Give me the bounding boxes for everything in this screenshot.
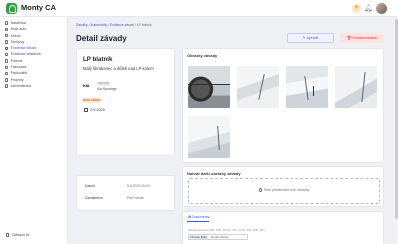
defect-photo[interactable] <box>335 66 377 108</box>
tab-documents-label: Dokumenty <box>192 215 210 219</box>
car-brand-logo: KIA <box>83 83 90 88</box>
breadcrumb: Záložky / Automobily / Evidence závad / … <box>76 23 152 27</box>
status-badge: NAHLÁŠENO <box>83 98 101 103</box>
defect-photo[interactable] <box>188 116 230 158</box>
fuel-icon <box>5 59 9 63</box>
choose-files-button[interactable]: Choose Files <box>189 235 208 239</box>
calendar-icon <box>5 52 9 57</box>
file-name-text: No file chosen <box>211 235 229 239</box>
defect-description: Malý škrábanec a důlek nad LP kolem <box>83 66 154 71</box>
defect-photo[interactable] <box>237 66 279 108</box>
license-plate: 8P6 9988 <box>97 82 110 86</box>
delete-button-label: Smazat závadu <box>352 36 378 40</box>
defect-images-card: Obrázky závady <box>182 48 384 163</box>
top-bar: Monty CA ☀ 🔔︎ <box>0 0 398 17</box>
images-section-title: Obrázky závady <box>187 53 218 58</box>
scrollbar-thumb[interactable] <box>394 19 398 219</box>
breadcrumb-item[interactable]: Automobily <box>90 23 107 27</box>
sidebar-item-label: Administrace <box>10 83 32 88</box>
users-icon <box>5 34 9 38</box>
app-name[interactable]: Monty CA <box>21 3 56 12</box>
defect-photo[interactable] <box>286 66 328 108</box>
sidebar: Nástěnka Moje auto Klienti Smlouvy Evide… <box>0 17 68 244</box>
defect-card: LP blatník Malý škrábanec a důlek nad LP… <box>76 48 175 156</box>
theme-toggle-icon[interactable]: ☀ <box>352 4 361 13</box>
page-title: Detail závady <box>76 34 127 43</box>
settings-icon <box>5 84 9 88</box>
sidebar-nav: Nástěnka Moje auto Klienti Smlouvy Evide… <box>3 20 65 89</box>
scrollbar[interactable] <box>394 17 398 244</box>
logout-label: Odhlásit se <box>11 233 30 237</box>
info-label-reporter: Zaznámeno <box>85 196 103 200</box>
image-dropzone[interactable]: Sem přetáhněte své obrázky <box>188 178 380 204</box>
tab-documents[interactable]: ▤ Dokumenty <box>188 215 209 219</box>
defect-photo[interactable] <box>188 66 230 108</box>
calendar-icon <box>84 108 88 112</box>
upload-section-title: Nahrát další obrázky závady <box>187 171 241 176</box>
sidebar-item-administration[interactable]: Administrace <box>3 83 65 89</box>
documents-card: ▤ Dokumenty Nahrát dokument (PDF, DOC, D… <box>182 211 384 244</box>
defect-info-card: Datum 5.6.2025 00:00 Zaznámeno Petr Nová… <box>76 175 175 211</box>
contract-icon <box>5 40 9 44</box>
notifications-bell-icon[interactable]: 🔔︎ <box>364 4 373 13</box>
info-label-date: Datum <box>85 184 95 188</box>
file-input[interactable]: Choose Files No file chosen <box>188 234 248 240</box>
car-model: Kia Sportage <box>97 87 117 91</box>
breadcrumb-item[interactable]: Evidence závad <box>110 23 134 27</box>
document-upload-hint: Nahrát dokument (PDF, DOC, DOCX, XLS, XL… <box>188 229 265 232</box>
breadcrumb-item[interactable]: Záložky <box>76 23 88 27</box>
car-icon <box>5 27 9 32</box>
user-avatar[interactable] <box>376 3 387 14</box>
parking-icon <box>5 71 9 76</box>
dropzone-text-wrap: Sem přetáhněte své obrázky <box>189 188 379 192</box>
alert-icon <box>5 46 9 51</box>
upload-images-card: Nahrát další obrázky závady Sem přetáhně… <box>182 166 384 207</box>
dashboard-icon <box>5 21 9 25</box>
info-value-date: 5.6.2025 00:00 <box>127 184 150 188</box>
invoice-icon <box>5 65 9 69</box>
folder-icon <box>5 78 9 82</box>
logout-button[interactable]: Odhlásit se <box>6 233 30 237</box>
upload-icon <box>258 188 263 192</box>
app-logo-icon[interactable] <box>6 3 17 14</box>
logout-icon <box>6 233 10 237</box>
breadcrumb-current: LP blatník <box>136 23 152 27</box>
tab-active-indicator <box>187 221 209 222</box>
edit-button-label: Upravit <box>306 36 319 40</box>
defect-date: 2.9.2025 <box>90 108 105 112</box>
dropzone-text: Sem přetáhněte své obrázky <box>263 188 310 192</box>
edit-button[interactable]: ✎ Upravit <box>287 33 334 43</box>
delete-button[interactable]: 🗑︎ Smazat závadu <box>340 33 384 43</box>
defect-title: LP blatník <box>83 56 113 63</box>
info-value-reporter: Petr Novák <box>127 196 144 200</box>
